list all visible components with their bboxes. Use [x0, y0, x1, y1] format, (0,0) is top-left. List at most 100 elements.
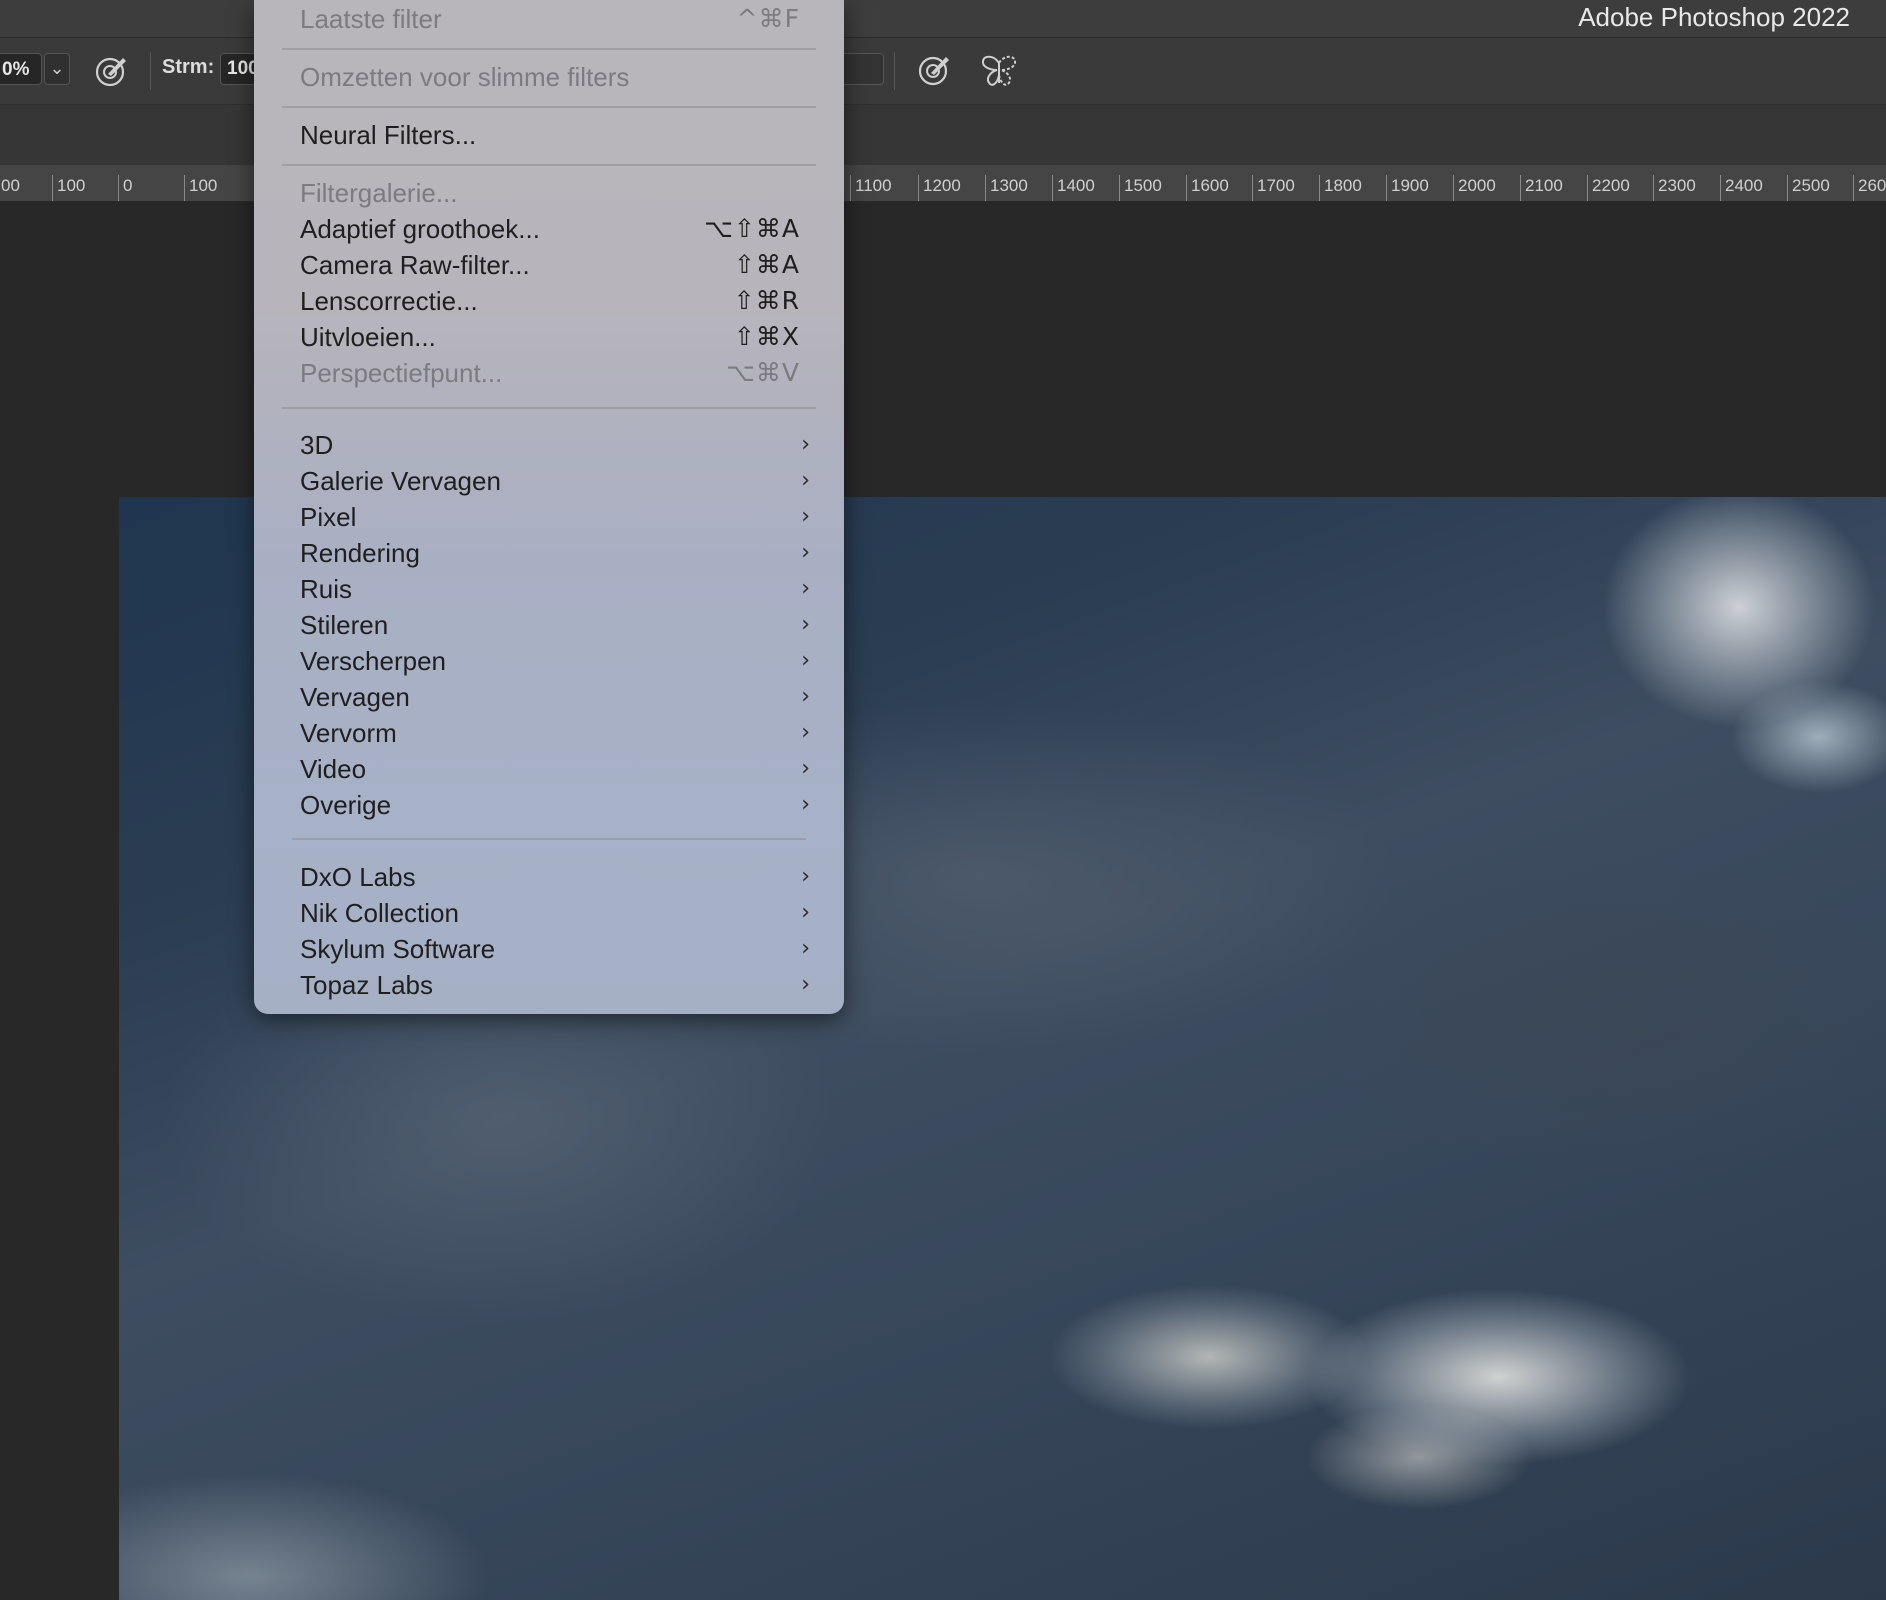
menu-item-shortcut: ⇧⌘X — [733, 322, 800, 351]
chevron-right-icon: › — [801, 720, 810, 745]
chevron-right-icon: › — [801, 684, 810, 709]
menu-item-rendering[interactable]: Rendering › — [300, 535, 844, 571]
ruler-tick: 100 — [184, 175, 217, 201]
menu-item-label: Laatste filter — [300, 4, 442, 34]
menu-item-label: Overige — [300, 790, 392, 820]
menu-item-shortcut: ⌥⌘V — [726, 358, 800, 387]
ruler-tick: 2500 — [1787, 175, 1830, 201]
menu-item-ruis[interactable]: Ruis › — [300, 571, 844, 607]
menu-item-label: Camera Raw-filter... — [300, 250, 530, 280]
menu-item-video[interactable]: Video › — [300, 751, 844, 787]
menu-item-label: Verscherpen — [300, 646, 446, 676]
chevron-right-icon: › — [801, 576, 810, 601]
menu-separator — [292, 838, 806, 840]
menu-item-label: Video — [300, 754, 367, 784]
menu-item-stileren[interactable]: Stileren › — [300, 607, 844, 643]
chevron-right-icon: › — [801, 612, 810, 637]
menu-item-label: Filtergalerie... — [300, 178, 458, 208]
menu-item-label: Omzetten voor slimme filters — [300, 62, 630, 92]
strength-label: Strm: — [162, 56, 215, 78]
ruler-tick: 2000 — [1453, 175, 1496, 201]
menu-item-overige[interactable]: Overige › — [300, 787, 844, 823]
menu-item-shortcut: ⌥⇧⌘A — [704, 214, 800, 243]
menu-item-vervorm[interactable]: Vervorm › — [300, 715, 844, 751]
menu-item-galerie-vervagen[interactable]: Galerie Vervagen › — [300, 463, 844, 499]
menu-item-label: Lenscorrectie... — [300, 286, 478, 316]
ruler-tick: 1500 — [1119, 175, 1162, 201]
menu-item-neural-filters[interactable]: Neural Filters... — [300, 117, 844, 153]
menu-separator — [282, 48, 816, 50]
option-field[interactable] — [842, 53, 884, 85]
ruler-tick: 1400 — [1052, 175, 1095, 201]
menu-item-label: Uitvloeien... — [300, 322, 436, 352]
chevron-right-icon: › — [801, 756, 810, 781]
menu-item-label: Adaptief groothoek... — [300, 214, 540, 244]
ruler-tick: 1100 — [850, 175, 892, 201]
menu-item-camera-raw-filter[interactable]: Camera Raw-filter... ⇧⌘A — [300, 247, 844, 283]
menu-item-pixel[interactable]: Pixel › — [300, 499, 844, 535]
menu-item-dxo-labs[interactable]: DxO Labs › — [300, 859, 844, 895]
ruler-tick: 2300 — [1653, 175, 1696, 201]
menu-item-perspectiefpunt[interactable]: Perspectiefpunt... ⌥⌘V — [300, 355, 844, 391]
ruler-tick: 1800 — [1319, 175, 1362, 201]
menu-item-nik-collection[interactable]: Nik Collection › — [300, 895, 844, 931]
ruler-tick: 2200 — [1587, 175, 1630, 201]
menu-item-topaz-labs[interactable]: Topaz Labs › — [300, 967, 844, 1003]
menu-item-skylum-software[interactable]: Skylum Software › — [300, 931, 844, 967]
menu-item-label: Topaz Labs — [300, 970, 433, 1000]
menu-item-shortcut: ⇧⌘R — [733, 286, 800, 315]
ruler-tick: 100 — [52, 175, 85, 201]
ruler-tick: 1300 — [985, 175, 1028, 201]
chevron-right-icon: › — [801, 432, 810, 457]
menu-separator — [282, 407, 816, 409]
menu-item-label: DxO Labs — [300, 862, 416, 892]
menu-item-laatste-filter[interactable]: Laatste filter ^⌘F — [300, 1, 844, 37]
chevron-right-icon: › — [801, 648, 810, 673]
toolbar-separator — [894, 52, 895, 90]
menu-item-label: Skylum Software — [300, 934, 496, 964]
brush-target-icon[interactable] — [917, 53, 951, 87]
menu-separator — [282, 106, 816, 108]
menu-item-label: Nik Collection — [300, 898, 459, 928]
menu-item-label: Rendering — [300, 538, 420, 568]
menu-item-omzetten-slimme-filters[interactable]: Omzetten voor slimme filters — [300, 59, 844, 95]
toolbar-separator — [150, 52, 151, 90]
menu-item-label: Vervagen — [300, 682, 410, 712]
chevron-right-icon: › — [801, 792, 810, 817]
app-title: Adobe Photoshop 2022 — [1578, 2, 1850, 32]
menu-separator — [282, 164, 816, 166]
ruler-tick: 1600 — [1186, 175, 1229, 201]
menu-item-label: 3D — [300, 430, 334, 460]
menu-item-shortcut: ⇧⌘A — [733, 250, 800, 279]
ruler-tick: 1200 — [918, 175, 961, 201]
menu-item-label: Galerie Vervagen — [300, 466, 501, 496]
menu-item-label: Stileren — [300, 610, 389, 640]
menu-item-shortcut: ^⌘F — [736, 4, 800, 33]
menu-item-label: Vervorm — [300, 718, 397, 748]
butterfly-icon[interactable] — [980, 53, 1018, 89]
chevron-right-icon: › — [801, 936, 810, 961]
chevron-right-icon: › — [801, 504, 810, 529]
ruler-tick: 00 — [0, 175, 20, 201]
chevron-right-icon: › — [801, 900, 810, 925]
ruler-tick: 2400 — [1720, 175, 1763, 201]
zoom-field[interactable]: 0% — [0, 53, 42, 85]
chevron-right-icon: › — [801, 864, 810, 889]
menu-item-filtergalerie[interactable]: Filtergalerie... — [300, 175, 844, 211]
menu-item-3d[interactable]: 3D › — [300, 427, 844, 463]
menu-item-adaptief-groothoek[interactable]: Adaptief groothoek... ⌥⇧⌘A — [300, 211, 844, 247]
menu-item-vervagen[interactable]: Vervagen › — [300, 679, 844, 715]
ruler-tick: 0 — [118, 175, 132, 201]
menu-item-label: Ruis — [300, 574, 353, 604]
brush-target-icon[interactable] — [94, 54, 128, 88]
zoom-dropdown[interactable]: ⌄ — [44, 53, 70, 85]
ruler-tick: 260 — [1853, 175, 1886, 201]
filter-menu: Laatste filter ^⌘F Omzetten voor slimme … — [254, 0, 844, 1014]
chevron-right-icon: › — [801, 540, 810, 565]
menu-item-lenscorrectie[interactable]: Lenscorrectie... ⇧⌘R — [300, 283, 844, 319]
chevron-right-icon: › — [801, 972, 810, 997]
ruler-tick: 1700 — [1252, 175, 1295, 201]
menu-item-verscherpen[interactable]: Verscherpen › — [300, 643, 844, 679]
menu-item-uitvloeien[interactable]: Uitvloeien... ⇧⌘X — [300, 319, 844, 355]
menu-item-label: Neural Filters... — [300, 120, 477, 150]
